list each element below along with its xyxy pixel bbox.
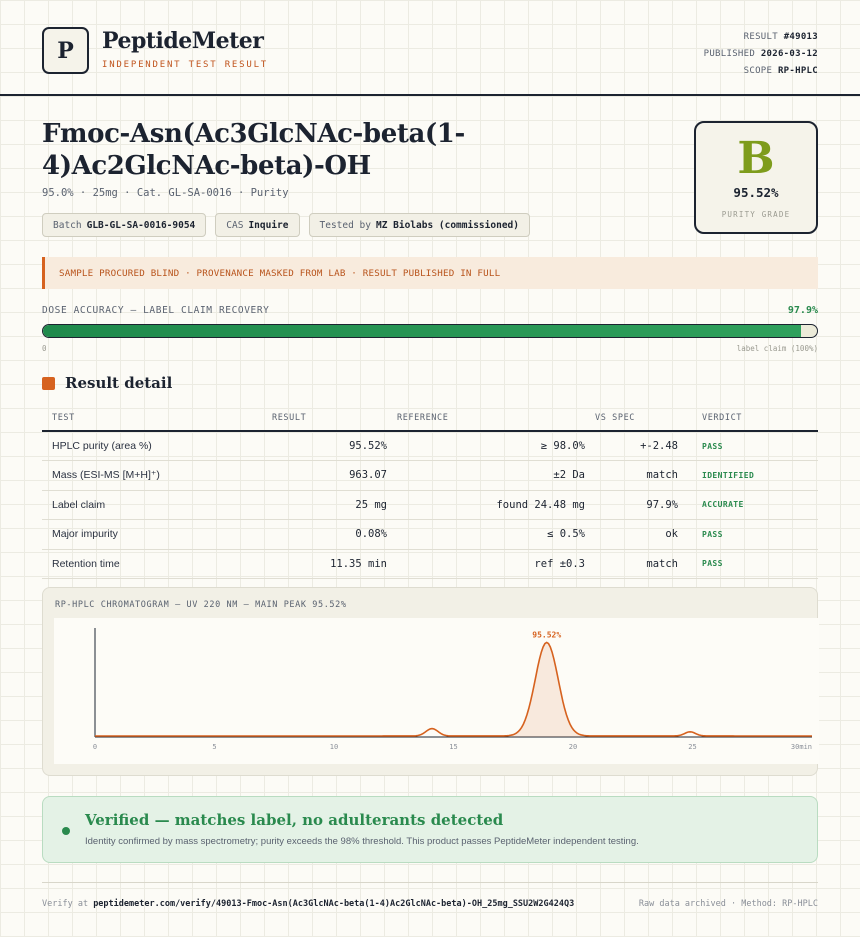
x-tick-label: 25 (688, 743, 696, 751)
brand-name: PeptideMeter (102, 28, 264, 54)
footer-divider (42, 882, 818, 883)
chromatogram-plot: 95.52% 0 5 10 15 20 25 30min (54, 618, 819, 764)
meta-result: RESULT #49013 (743, 32, 818, 42)
chip-cas: CAS Inquire (215, 213, 300, 237)
dose-accuracy-fill (43, 325, 801, 337)
main-peak-label: 95.52% (532, 631, 561, 640)
footer-verify: Verify at peptidemeter.com/verify/49013-… (42, 899, 575, 909)
cell-test: Retention time (42, 549, 272, 579)
chromatogram-panel: RP-HPLC CHROMATOGRAM — UV 220 NM — MAIN … (42, 587, 819, 776)
cell-vs-spec: ok (595, 519, 688, 550)
dose-max-label: label claim (100%) (736, 344, 818, 353)
table-row: Label claim 25 mg found 24.48 mg 97.9% A… (42, 490, 818, 520)
verified-description: Identity confirmed by mass spectrometry;… (85, 836, 639, 847)
col-test: TEST (42, 405, 272, 432)
cell-result: 963.07 (272, 460, 397, 491)
cell-verdict: PASS (688, 549, 818, 579)
col-verdict: VERDICT (688, 405, 818, 432)
chip-batch: Batch GLB-GL-SA-0016-9054 (42, 213, 207, 237)
cell-test: Label claim (42, 490, 272, 520)
x-tick-label: 20 (569, 743, 577, 751)
report-meta: RESULT #49013 PUBLISHED 2026-03-12 SCOPE… (704, 29, 818, 80)
cell-test: HPLC purity (area %) (42, 431, 272, 461)
cell-reference: found 24.48 mg (397, 490, 595, 520)
cell-verdict: ACCURATE (688, 490, 818, 520)
cell-result: 95.52% (272, 431, 397, 461)
main-peak-area (510, 642, 584, 737)
col-reference: REFERENCE (397, 405, 595, 432)
col-result: RESULT (272, 405, 397, 432)
cell-test: Major impurity (42, 519, 272, 550)
cell-vs-spec: match (595, 460, 688, 491)
dose-accuracy-label: DOSE ACCURACY — LABEL CLAIM RECOVERY (42, 305, 270, 316)
x-tick-label: 10 (330, 743, 338, 751)
meta-scope: SCOPE RP-HPLC (743, 66, 818, 76)
dose-accuracy-value: 97.9% (787, 305, 818, 316)
cell-test: Mass (ESI-MS [M+H]⁺) (42, 460, 272, 491)
cell-vs-spec: 97.9% (595, 490, 688, 520)
cell-reference: ±2 Da (397, 460, 595, 491)
grade-label: PURITY GRADE (721, 210, 791, 219)
cell-verdict: PASS (688, 519, 818, 550)
cell-reference: ≥ 98.0% (397, 431, 595, 461)
dose-accuracy-bar (42, 324, 818, 338)
cell-vs-spec: +-2.48 (595, 431, 688, 461)
chromatogram-trace (95, 641, 812, 737)
cell-result: 0.08% (272, 519, 397, 550)
result-table: TEST RESULT REFERENCE VS SPEC VERDICT HP… (42, 405, 818, 579)
purity-grade-card: B 95.52% PURITY GRADE (694, 121, 818, 234)
table-row: HPLC purity (area %) 95.52% ≥ 98.0% +-2.… (42, 431, 818, 461)
procurement-notice: SAMPLE PROCURED BLIND · PROVENANCE MASKE… (42, 257, 818, 289)
dose-min-label: 0 (42, 344, 47, 353)
verified-banner: Verified — matches label, no adulterants… (42, 796, 818, 863)
col-vs-spec: VS SPEC (595, 405, 688, 432)
product-subline: 95.0% · 25mg · Cat. GL-SA-0016 · Purity (42, 187, 289, 199)
section-title: Result detail (65, 374, 173, 392)
report-header: P PeptideMeter INDEPENDENT TEST RESULT R… (0, 0, 860, 96)
cell-reference: ref ±0.3 (397, 549, 595, 579)
chromatogram-svg: 95.52% 0 5 10 15 20 25 30min (93, 628, 812, 751)
table-header-row: TEST RESULT REFERENCE VS SPEC VERDICT (42, 405, 818, 432)
table-row: Major impurity 0.08% ≤ 0.5% ok PASS (42, 519, 818, 550)
table-row: Retention time 11.35 min ref ±0.3 match … (42, 549, 818, 579)
cell-result: 25 mg (272, 490, 397, 520)
product-chips: Batch GLB-GL-SA-0016-9054 CAS Inquire Test… (42, 213, 530, 237)
verified-title: Verified — matches label, no adulterants… (85, 811, 504, 829)
cell-result: 11.35 min (272, 549, 397, 579)
cell-verdict: PASS (688, 431, 818, 461)
verify-link[interactable]: peptidemeter.com/verify/49013-Fmoc-Asn(A… (93, 899, 574, 909)
x-tick-label: 5 (212, 743, 216, 751)
cell-verdict: IDENTIFIED (688, 460, 818, 491)
x-tick-label: 15 (449, 743, 457, 751)
product-title: Fmoc-Asn(Ac3GlcNAc-beta(1-4)Ac2GlcNAc-be… (42, 119, 465, 181)
cell-vs-spec: match (595, 549, 688, 579)
brand-tagline: INDEPENDENT TEST RESULT (102, 60, 269, 70)
table-row: Mass (ESI-MS [M+H]⁺) 963.07 ±2 Da match … (42, 460, 818, 491)
meta-published: PUBLISHED 2026-03-12 (703, 49, 818, 59)
chromatogram-title: RP-HPLC CHROMATOGRAM — UV 220 NM — MAIN … (55, 600, 347, 610)
brand-logo: P (42, 27, 89, 74)
grade-purity: 95.52% (733, 185, 779, 200)
x-tick-label: 30min (791, 743, 812, 751)
section-marker (42, 377, 55, 390)
cell-reference: ≤ 0.5% (397, 519, 595, 550)
grade-letter: B (737, 133, 775, 184)
footer-archive-note: Raw data archived · Method: RP-HPLC (638, 899, 818, 909)
verified-dot-icon (62, 827, 70, 835)
chip-tested-by: Tested by MZ Biolabs (commissioned) (308, 213, 530, 237)
x-tick-label: 0 (93, 743, 97, 751)
